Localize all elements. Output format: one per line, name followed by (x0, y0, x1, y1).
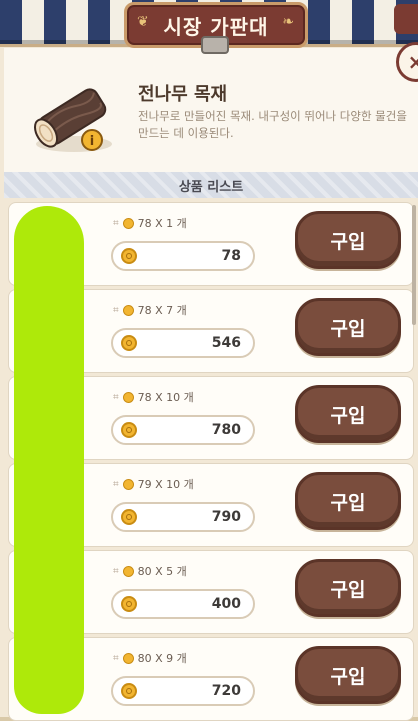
coin-icon (122, 217, 134, 229)
total-price: 400 (211, 596, 241, 612)
buy-button[interactable]: 구입 (295, 472, 401, 530)
tag-icon: ⌗ (113, 217, 119, 229)
total-price-box: 790 (111, 502, 255, 532)
coin-icon (121, 683, 137, 699)
item-description: 전나무로 만들어진 목재. 내구성이 뛰어나 다양한 물건을 만드는 데 이용된… (138, 109, 407, 140)
total-price: 790 (211, 509, 241, 525)
tag-icon: ⌗ (113, 304, 119, 316)
coin-icon (122, 391, 134, 403)
quantity-text: 80 X 5 개 (137, 565, 187, 578)
buy-button[interactable]: 구입 (295, 559, 401, 617)
item-header: i 전나무 목재 전나무로 만들어진 목재. 내구성이 뛰어나 다양한 물건을 … (4, 48, 418, 172)
row-quantity-label: ⌗ 79 X 10 개 (113, 476, 194, 492)
coin-icon (121, 596, 137, 612)
row-quantity-label: ⌗ 78 X 10 개 (113, 389, 194, 405)
coin-icon (121, 335, 137, 351)
row-quantity-label: ⌗ 80 X 9 개 (113, 650, 187, 666)
total-price: 720 (211, 683, 241, 699)
total-price: 780 (211, 422, 241, 438)
total-price-box: 720 (111, 676, 255, 706)
item-name: 전나무 목재 (138, 84, 228, 105)
buy-button[interactable]: 구입 (295, 646, 401, 704)
row-quantity-label: ⌗ 78 X 7 개 (113, 302, 187, 318)
total-price: 78 (221, 248, 241, 264)
info-badge-icon[interactable]: i (90, 134, 94, 149)
tag-icon: ⌗ (113, 652, 119, 664)
coin-icon (122, 652, 134, 664)
tag-icon: ⌗ (113, 391, 119, 403)
close-icon: × (407, 50, 418, 74)
product-list-title: 상품 리스트 (178, 179, 244, 195)
quantity-text: 78 X 1 개 (137, 217, 187, 230)
row-quantity-label: ⌗ 80 X 5 개 (113, 563, 187, 579)
log-icon: i (26, 72, 118, 162)
total-price-box: 400 (111, 589, 255, 619)
buy-button[interactable]: 구입 (295, 385, 401, 443)
total-price-box: 780 (111, 415, 255, 445)
total-price-box: 78 (111, 241, 255, 271)
total-price-box: 546 (111, 328, 255, 358)
row-quantity-label: ⌗ 78 X 1 개 (113, 215, 187, 231)
quantity-text: 79 X 10 개 (137, 478, 194, 491)
quantity-text: 80 X 9 개 (137, 652, 187, 665)
tag-icon: ⌗ (113, 565, 119, 577)
coin-icon (121, 248, 137, 264)
flourish-right-icon: ❧ (282, 14, 295, 30)
coin-icon (121, 422, 137, 438)
product-list-header: 상품 리스트 (4, 172, 418, 198)
buy-button[interactable]: 구입 (295, 211, 401, 269)
list-scrollbar[interactable] (412, 205, 416, 325)
quantity-text: 78 X 10 개 (137, 391, 194, 404)
buy-button[interactable]: 구입 (295, 298, 401, 356)
total-price: 546 (211, 335, 241, 351)
coin-icon (122, 565, 134, 577)
quantity-text: 78 X 7 개 (137, 304, 187, 317)
coin-icon (121, 509, 137, 525)
tag-icon: ⌗ (113, 478, 119, 490)
clasp-icon (201, 36, 229, 54)
corner-tab[interactable] (394, 4, 418, 34)
flourish-left-icon: ❦ (137, 14, 150, 30)
coin-icon (122, 304, 134, 316)
coin-icon (122, 478, 134, 490)
redaction-mark (14, 206, 84, 714)
